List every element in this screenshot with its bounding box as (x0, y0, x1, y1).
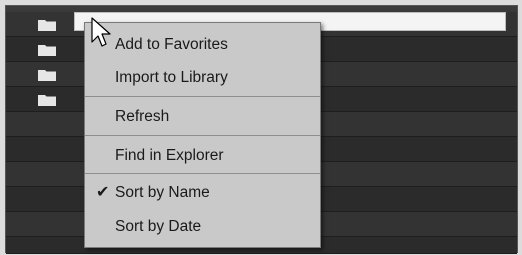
context-menu: Add to Favorites Import to Library Refre… (84, 22, 321, 248)
menu-separator (85, 173, 320, 174)
menu-item-sort-by-name[interactable]: ✔ Sort by Name (85, 178, 320, 208)
menu-item-add-to-favorites[interactable]: Add to Favorites (85, 30, 320, 60)
folder-icon (38, 20, 56, 31)
menu-item-label: Sort by Date (115, 218, 202, 235)
menu-item-label: Add to Favorites (115, 36, 228, 53)
menu-item-label: Refresh (115, 108, 170, 125)
menu-item-refresh[interactable]: Refresh (85, 102, 320, 132)
menu-item-label: Sort by Name (115, 184, 210, 201)
menu-item-find-in-explorer[interactable]: Find in Explorer (85, 141, 320, 171)
menu-item-label: Import to Library (115, 69, 228, 86)
menu-separator (85, 96, 320, 97)
menu-item-label: Find in Explorer (115, 147, 224, 164)
folder-icon (38, 45, 56, 56)
folder-icon (38, 95, 56, 106)
menu-separator (85, 135, 320, 136)
checkmark-icon: ✔ (96, 184, 110, 201)
folder-icon (38, 70, 56, 81)
mouse-pointer-icon (91, 17, 111, 47)
menu-item-import-to-library[interactable]: Import to Library (85, 63, 320, 93)
menu-item-sort-by-date[interactable]: Sort by Date (85, 212, 320, 242)
